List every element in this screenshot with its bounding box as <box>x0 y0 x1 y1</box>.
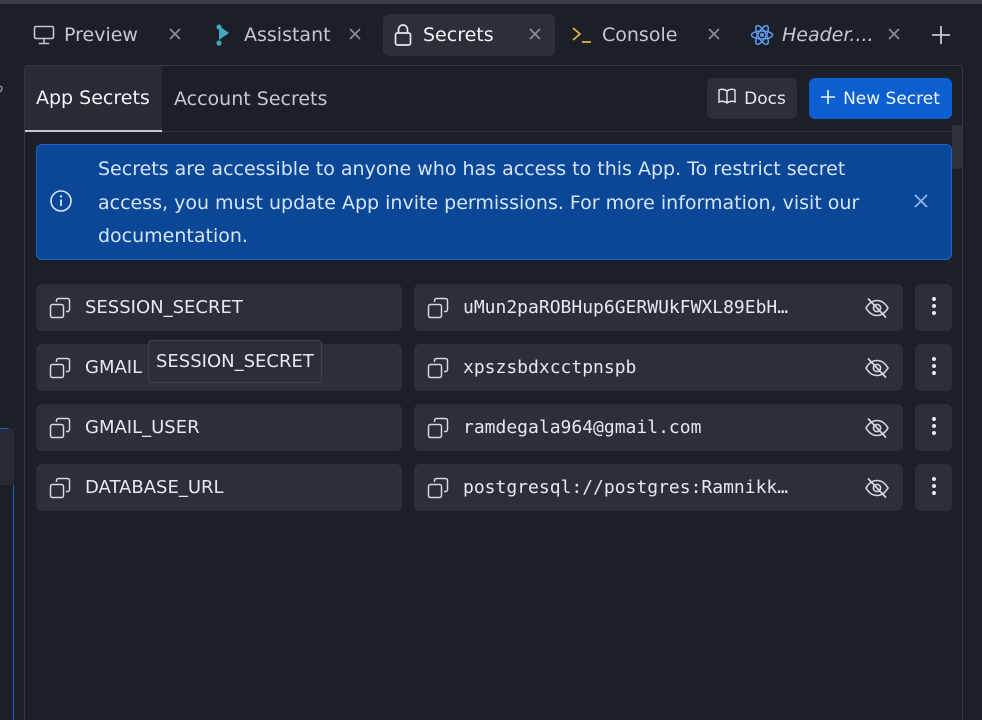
secret-key: GMAIL <box>85 357 143 378</box>
row-menu-button[interactable] <box>915 344 952 391</box>
more-vertical-icon <box>931 356 937 380</box>
secret-value: postgresql://postgres:Ramnikk… <box>463 477 789 498</box>
close-icon[interactable] <box>909 189 933 213</box>
secret-value-field[interactable]: postgresql://postgres:Ramnikk… <box>414 464 903 511</box>
add-tab-button[interactable] <box>928 24 954 50</box>
copy-icon[interactable] <box>427 477 449 499</box>
secrets-panel: App Secrets Account Secrets Docs New Sec… <box>24 65 963 720</box>
tab-header[interactable]: Header.... <box>750 14 910 56</box>
secret-value-field[interactable]: xpszsbdxcctpnspb <box>414 344 903 391</box>
monitor-icon <box>32 23 56 47</box>
row-menu-button[interactable] <box>915 284 952 331</box>
copy-icon[interactable] <box>49 417 71 439</box>
secret-key: DATABASE_URL <box>85 477 224 498</box>
copy-icon[interactable] <box>49 477 71 499</box>
more-vertical-icon <box>931 476 937 500</box>
row-menu-button[interactable] <box>915 464 952 511</box>
tab-console-label: Console <box>602 24 678 46</box>
secret-value-field[interactable]: ramdegala964@gmail.com <box>414 404 903 451</box>
close-icon[interactable] <box>344 23 366 45</box>
secret-row: SESSION_SECRET uMun2paROBHup6GERWUkFWXL8… <box>36 284 952 331</box>
tab-header-label: Header.... <box>782 24 874 46</box>
secret-key-field[interactable]: GMAIL_USER <box>36 404 402 451</box>
new-secret-button[interactable]: New Secret <box>809 78 952 119</box>
assistant-icon <box>212 23 236 47</box>
more-vertical-icon <box>931 296 937 320</box>
docs-button[interactable]: Docs <box>707 78 797 119</box>
secret-row: GMAIL_USER ramdegala964@gmail.com <box>36 404 952 451</box>
tab-app-secrets[interactable]: App Secrets <box>25 66 162 132</box>
copy-icon[interactable] <box>49 357 71 379</box>
secret-key-field[interactable]: SESSION_SECRET <box>36 284 402 331</box>
eye-off-icon[interactable] <box>864 295 890 321</box>
tab-preview-label: Preview <box>64 24 138 46</box>
secret-key-field[interactable]: DATABASE_URL <box>36 464 402 511</box>
react-icon <box>750 23 774 47</box>
eye-off-icon[interactable] <box>864 475 890 501</box>
row-menu-button[interactable] <box>915 404 952 451</box>
close-icon[interactable] <box>883 23 905 45</box>
secret-key-tooltip: SESSION_SECRET <box>148 340 322 383</box>
tab-secrets-label: Secrets <box>423 24 494 46</box>
plus-icon <box>821 89 836 109</box>
book-icon <box>718 88 736 109</box>
lock-icon <box>391 23 415 47</box>
secrets-subtabs: App Secrets Account Secrets Docs New Sec… <box>25 66 962 132</box>
info-banner: Secrets are accessible to anyone who has… <box>36 144 952 260</box>
secret-value: ramdegala964@gmail.com <box>463 417 702 438</box>
copy-icon[interactable] <box>427 417 449 439</box>
secret-key: SESSION_SECRET <box>85 297 243 318</box>
secret-value: xpszsbdxcctpnspb <box>463 357 637 378</box>
eye-off-icon[interactable] <box>864 415 890 441</box>
tab-assistant[interactable]: Assistant <box>212 14 370 56</box>
tab-preview[interactable]: Preview <box>32 14 192 56</box>
docs-label: Docs <box>744 88 786 109</box>
more-vertical-icon <box>931 416 937 440</box>
tab-bar: Preview Assistant Secrets Console Header… <box>0 4 982 64</box>
new-secret-label: New Secret <box>843 88 940 109</box>
plus-icon <box>931 25 951 49</box>
collapsed-sidebar-glyph <box>0 84 4 100</box>
tab-account-secrets[interactable]: Account Secrets <box>174 66 344 132</box>
close-icon[interactable] <box>703 23 725 45</box>
eye-off-icon[interactable] <box>864 355 890 381</box>
secret-row: DATABASE_URL postgresql://postgres:Ramni… <box>36 464 952 511</box>
secret-key: GMAIL_USER <box>85 417 200 438</box>
side-panel-edge <box>0 428 14 720</box>
tab-console[interactable]: Console <box>570 14 730 56</box>
secret-value: uMun2paROBHup6GERWUkFWXL89EbH… <box>463 297 789 318</box>
copy-icon[interactable] <box>49 297 71 319</box>
close-icon[interactable] <box>164 23 186 45</box>
close-icon[interactable] <box>524 23 546 45</box>
copy-icon[interactable] <box>427 357 449 379</box>
scrollbar-thumb[interactable] <box>952 125 962 169</box>
tab-assistant-label: Assistant <box>244 24 331 46</box>
tab-secrets[interactable]: Secrets <box>383 14 555 56</box>
info-icon <box>49 189 73 213</box>
copy-icon[interactable] <box>427 297 449 319</box>
secret-value-field[interactable]: uMun2paROBHup6GERWUkFWXL89EbH… <box>414 284 903 331</box>
terminal-icon <box>570 23 594 47</box>
banner-message: Secrets are accessible to anyone who has… <box>98 158 860 247</box>
